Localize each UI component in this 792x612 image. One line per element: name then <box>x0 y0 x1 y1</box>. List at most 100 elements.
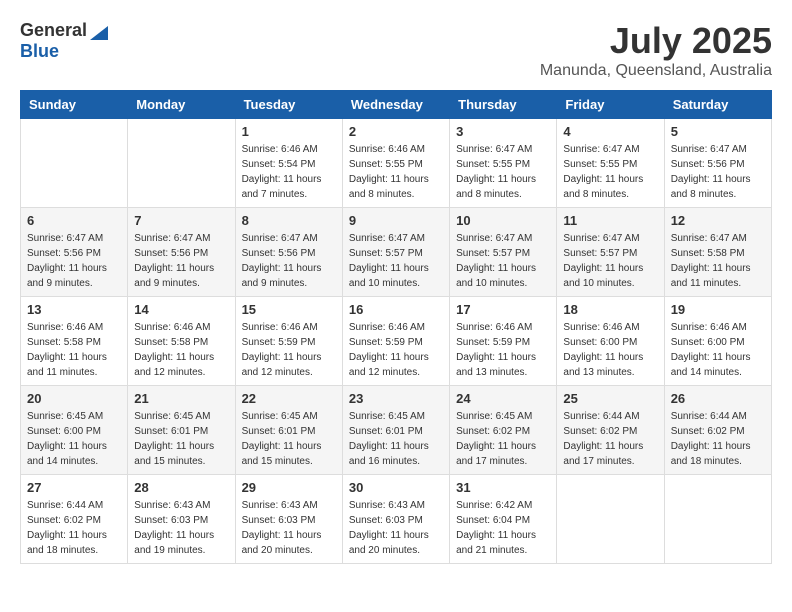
day-info: Sunrise: 6:45 AM Sunset: 6:00 PM Dayligh… <box>27 409 121 469</box>
calendar-week-5: 27 Sunrise: 6:44 AM Sunset: 6:02 PM Dayli… <box>21 475 772 564</box>
logo-blue: Blue <box>20 41 59 62</box>
calendar-cell: 2Sunrise: 6:46 AM Sunset: 5:55 PM Daylig… <box>342 119 449 208</box>
day-info: Sunrise: 6:47 AM Sunset: 5:56 PM Dayligh… <box>27 231 121 291</box>
calendar-week-3: 13 Sunrise: 6:46 AM Sunset: 5:58 PM Dayli… <box>21 297 772 386</box>
day-number: 5 <box>671 124 765 139</box>
col-header-thursday: Thursday <box>450 91 557 119</box>
day-number: 23 <box>349 391 443 406</box>
day-number: 11 <box>563 213 657 228</box>
day-info: Sunrise: 6:47 AM Sunset: 5:56 PM Dayligh… <box>671 142 765 202</box>
day-number: 21 <box>134 391 228 406</box>
subtitle: Manunda, Queensland, Australia <box>540 62 772 80</box>
calendar-cell: 3 Sunrise: 6:47 AM Sunset: 5:55 PM Daylig… <box>450 119 557 208</box>
day-info: Sunrise: 6:43 AM Sunset: 6:03 PM Dayligh… <box>134 498 228 558</box>
day-info: Sunrise: 6:47 AM Sunset: 5:55 PM Dayligh… <box>456 142 550 202</box>
page-header: General Blue July 2025 Manunda, Queensla… <box>20 20 772 80</box>
col-header-saturday: Saturday <box>664 91 771 119</box>
calendar-cell: 11 Sunrise: 6:47 AM Sunset: 5:57 PM Dayli… <box>557 208 664 297</box>
day-info: Sunrise: 6:45 AM Sunset: 6:02 PM Dayligh… <box>456 409 550 469</box>
calendar-cell: 9 Sunrise: 6:47 AM Sunset: 5:57 PM Daylig… <box>342 208 449 297</box>
calendar-cell <box>664 475 771 564</box>
day-number: 12 <box>671 213 765 228</box>
day-info: Sunrise: 6:46 AM Sunset: 5:54 PM Dayligh… <box>242 142 336 202</box>
day-info: Sunrise: 6:44 AM Sunset: 6:02 PM Dayligh… <box>27 498 121 558</box>
day-number: 20 <box>27 391 121 406</box>
day-info: Sunrise: 6:46 AM Sunset: 5:58 PM Dayligh… <box>134 320 228 380</box>
calendar-cell: 22 Sunrise: 6:45 AM Sunset: 6:01 PM Dayli… <box>235 386 342 475</box>
calendar-cell: 24 Sunrise: 6:45 AM Sunset: 6:02 PM Dayli… <box>450 386 557 475</box>
day-info: Sunrise: 6:45 AM Sunset: 6:01 PM Dayligh… <box>349 409 443 469</box>
calendar-cell: 28 Sunrise: 6:43 AM Sunset: 6:03 PM Dayli… <box>128 475 235 564</box>
title-block: July 2025 Manunda, Queensland, Australia <box>540 20 772 80</box>
calendar-cell: 4Sunrise: 6:47 AM Sunset: 5:55 PM Daylig… <box>557 119 664 208</box>
calendar-cell: 30Sunrise: 6:43 AM Sunset: 6:03 PM Dayli… <box>342 475 449 564</box>
day-number: 1 <box>242 124 336 139</box>
calendar-cell: 29 Sunrise: 6:43 AM Sunset: 6:03 PM Dayli… <box>235 475 342 564</box>
calendar-cell: 15 Sunrise: 6:46 AM Sunset: 5:59 PM Dayli… <box>235 297 342 386</box>
day-info: Sunrise: 6:46 AM Sunset: 5:59 PM Dayligh… <box>456 320 550 380</box>
day-number: 19 <box>671 302 765 317</box>
calendar-week-1: 1 Sunrise: 6:46 AM Sunset: 5:54 PM Daylig… <box>21 119 772 208</box>
day-number: 6 <box>27 213 121 228</box>
day-info: Sunrise: 6:46 AM Sunset: 5:59 PM Dayligh… <box>242 320 336 380</box>
calendar-cell: 26Sunrise: 6:44 AM Sunset: 6:02 PM Dayli… <box>664 386 771 475</box>
day-info: Sunrise: 6:43 AM Sunset: 6:03 PM Dayligh… <box>242 498 336 558</box>
col-header-friday: Friday <box>557 91 664 119</box>
calendar-cell: 16 Sunrise: 6:46 AM Sunset: 5:59 PM Dayli… <box>342 297 449 386</box>
day-number: 27 <box>27 480 121 495</box>
day-number: 2 <box>349 124 443 139</box>
day-number: 26 <box>671 391 765 406</box>
day-number: 10 <box>456 213 550 228</box>
day-info: Sunrise: 6:45 AM Sunset: 6:01 PM Dayligh… <box>242 409 336 469</box>
calendar-cell: 17 Sunrise: 6:46 AM Sunset: 5:59 PM Dayli… <box>450 297 557 386</box>
calendar-cell: 6 Sunrise: 6:47 AM Sunset: 5:56 PM Daylig… <box>21 208 128 297</box>
calendar-cell: 13 Sunrise: 6:46 AM Sunset: 5:58 PM Dayli… <box>21 297 128 386</box>
day-number: 28 <box>134 480 228 495</box>
calendar-cell <box>557 475 664 564</box>
day-number: 8 <box>242 213 336 228</box>
calendar-cell: 18Sunrise: 6:46 AM Sunset: 6:00 PM Dayli… <box>557 297 664 386</box>
calendar-week-4: 20 Sunrise: 6:45 AM Sunset: 6:00 PM Dayli… <box>21 386 772 475</box>
day-info: Sunrise: 6:46 AM Sunset: 5:59 PM Dayligh… <box>349 320 443 380</box>
calendar-week-2: 6 Sunrise: 6:47 AM Sunset: 5:56 PM Daylig… <box>21 208 772 297</box>
col-header-sunday: Sunday <box>21 91 128 119</box>
day-info: Sunrise: 6:43 AM Sunset: 6:03 PM Dayligh… <box>349 498 443 558</box>
logo: General Blue <box>20 20 108 62</box>
calendar-cell: 19 Sunrise: 6:46 AM Sunset: 6:00 PM Dayli… <box>664 297 771 386</box>
calendar-cell: 10Sunrise: 6:47 AM Sunset: 5:57 PM Dayli… <box>450 208 557 297</box>
day-info: Sunrise: 6:47 AM Sunset: 5:56 PM Dayligh… <box>134 231 228 291</box>
day-number: 24 <box>456 391 550 406</box>
day-number: 7 <box>134 213 228 228</box>
day-number: 14 <box>134 302 228 317</box>
day-number: 29 <box>242 480 336 495</box>
calendar-cell: 27 Sunrise: 6:44 AM Sunset: 6:02 PM Dayli… <box>21 475 128 564</box>
calendar-cell: 1 Sunrise: 6:46 AM Sunset: 5:54 PM Daylig… <box>235 119 342 208</box>
day-number: 15 <box>242 302 336 317</box>
day-info: Sunrise: 6:46 AM Sunset: 5:58 PM Dayligh… <box>27 320 121 380</box>
day-number: 3 <box>456 124 550 139</box>
col-header-monday: Monday <box>128 91 235 119</box>
day-info: Sunrise: 6:44 AM Sunset: 6:02 PM Dayligh… <box>563 409 657 469</box>
day-info: Sunrise: 6:46 AM Sunset: 6:00 PM Dayligh… <box>671 320 765 380</box>
calendar-header-row: SundayMondayTuesdayWednesdayThursdayFrid… <box>21 91 772 119</box>
logo-icon <box>90 22 108 40</box>
day-info: Sunrise: 6:47 AM Sunset: 5:57 PM Dayligh… <box>349 231 443 291</box>
calendar-cell <box>21 119 128 208</box>
day-number: 22 <box>242 391 336 406</box>
day-number: 31 <box>456 480 550 495</box>
day-info: Sunrise: 6:45 AM Sunset: 6:01 PM Dayligh… <box>134 409 228 469</box>
day-info: Sunrise: 6:47 AM Sunset: 5:57 PM Dayligh… <box>563 231 657 291</box>
calendar-cell: 5 Sunrise: 6:47 AM Sunset: 5:56 PM Daylig… <box>664 119 771 208</box>
calendar-cell: 21 Sunrise: 6:45 AM Sunset: 6:01 PM Dayli… <box>128 386 235 475</box>
calendar-cell: 8Sunrise: 6:47 AM Sunset: 5:56 PM Daylig… <box>235 208 342 297</box>
day-number: 13 <box>27 302 121 317</box>
calendar-cell <box>128 119 235 208</box>
day-info: Sunrise: 6:47 AM Sunset: 5:55 PM Dayligh… <box>563 142 657 202</box>
calendar-cell: 25Sunrise: 6:44 AM Sunset: 6:02 PM Dayli… <box>557 386 664 475</box>
day-number: 17 <box>456 302 550 317</box>
col-header-wednesday: Wednesday <box>342 91 449 119</box>
calendar-cell: 31Sunrise: 6:42 AM Sunset: 6:04 PM Dayli… <box>450 475 557 564</box>
day-number: 16 <box>349 302 443 317</box>
calendar-cell: 7 Sunrise: 6:47 AM Sunset: 5:56 PM Daylig… <box>128 208 235 297</box>
day-number: 9 <box>349 213 443 228</box>
